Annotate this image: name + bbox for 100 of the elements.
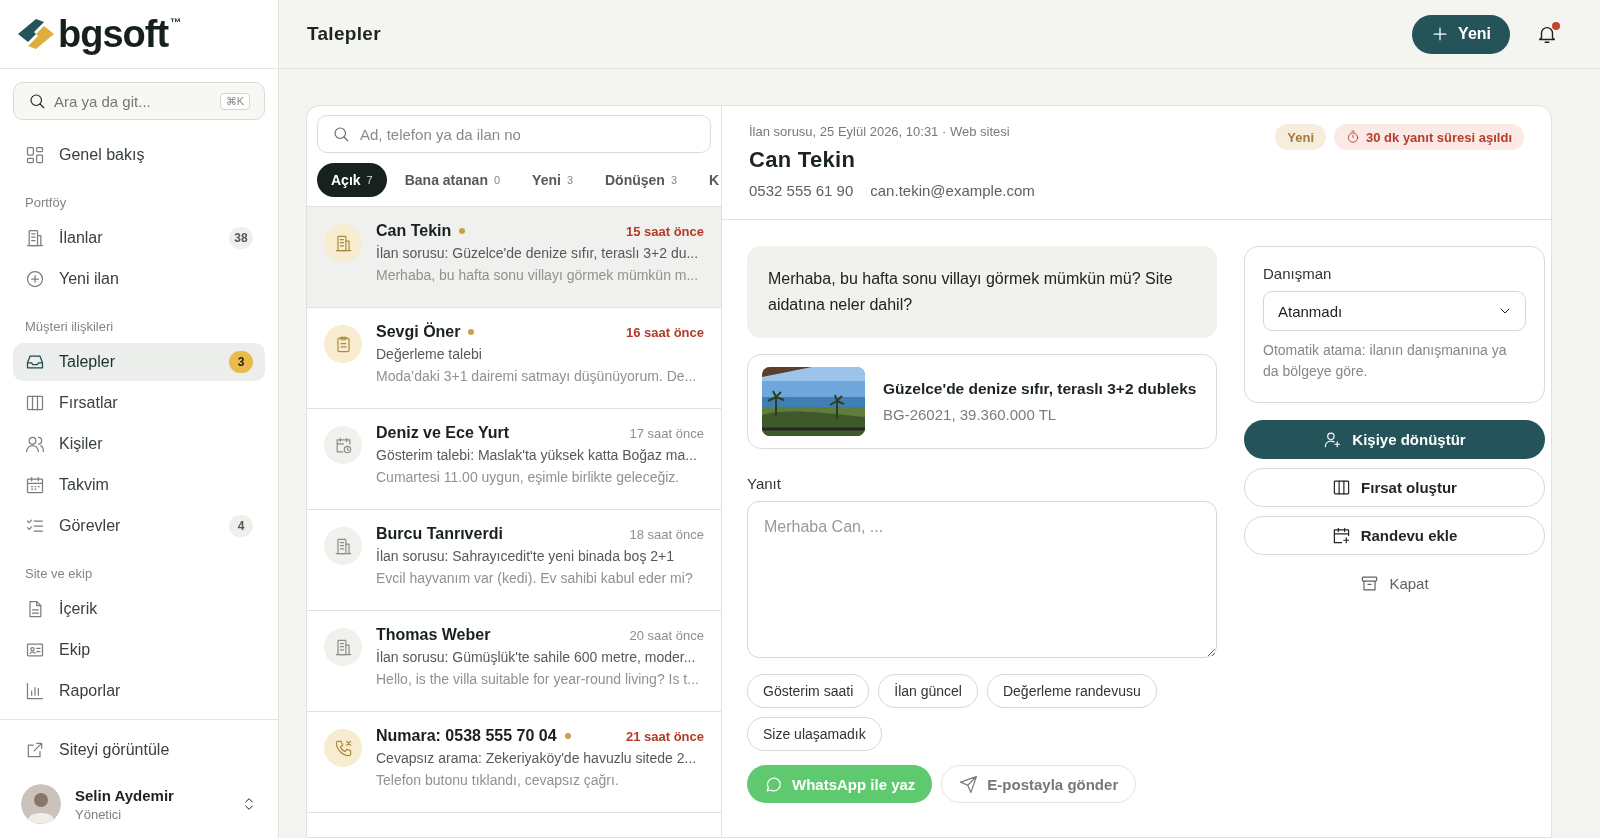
timer-icon bbox=[1346, 130, 1361, 144]
nav-label: İlanlar bbox=[59, 229, 104, 247]
action-button[interactable]: Fırsat oluştur bbox=[1244, 468, 1545, 507]
time-label: 21 saat önce bbox=[625, 728, 704, 744]
advisor-hint: Otomatik atama: ilanın danışmanına ya da bölgeye göre. bbox=[1263, 341, 1508, 381]
filter-tab[interactable]: Bana atanan 0 bbox=[390, 163, 515, 197]
columns-icon bbox=[1332, 478, 1352, 497]
message-text: Merhaba, bu hafta sonu villayı görmek mümkün mü? Site aidatına neler dahil? bbox=[747, 246, 1217, 338]
quick-reply-chip[interactable]: İlan güncel bbox=[878, 674, 978, 708]
count-badge: 38 bbox=[229, 227, 253, 249]
building-icon bbox=[333, 233, 353, 253]
inquiry-item[interactable]: Deniz ve Ece Yurt 17 saat önce Gösterim talebi: Maslak'ta yüksek katta Boğaz ma... Cumartesi 11.00 uygun, eşimle birlikte geleceğiz. bbox=[307, 409, 721, 510]
nav-item[interactable]: Kişiler bbox=[13, 425, 265, 463]
inquiry-item[interactable]: Can Tekin 15 saat önce İlan sorusu: Güzelce'de denize sıfır, teraslı 3+2 du... Merhaba, bu hafta sonu villayı görmek mümkün m... bbox=[307, 207, 721, 308]
time-label: 18 saat önce bbox=[629, 526, 704, 542]
inquiry-subject: Gösterim talebi: Maslak'ta yüksek katta Boğaz ma... bbox=[376, 447, 698, 463]
nav-label: İçerik bbox=[59, 600, 99, 618]
email-button[interactable]: E-postayla gönder bbox=[941, 765, 1137, 803]
nav-item[interactable]: Takvim bbox=[13, 466, 265, 504]
message-preview: Telefon butonu tıklandı, cevapsız çağrı. bbox=[376, 772, 620, 788]
count-badge: 4 bbox=[229, 515, 253, 537]
advisor-label: Danışman bbox=[1263, 265, 1333, 282]
building-icon bbox=[333, 536, 353, 556]
filter-tab[interactable]: Dönüşen 3 bbox=[591, 163, 691, 197]
status-tag: Yeni bbox=[1275, 124, 1327, 150]
external-link-icon bbox=[25, 740, 45, 760]
nav-item[interactable]: Fırsatlar bbox=[13, 384, 265, 422]
message-preview: Moda’daki 3+1 dairemi satmayı düşünüyorum. De... bbox=[376, 368, 698, 384]
inquiry-item[interactable]: Thomas Weber 20 saat önce İlan sorusu: Gümüşlük'te sahile 600 metre, moder... Hello, is the villa suitable for year-round living? Is t... bbox=[307, 611, 721, 712]
filter-tab[interactable]: Açık 7 bbox=[317, 163, 387, 197]
section-title: Portföy bbox=[24, 194, 68, 212]
view-site-link[interactable]: Siteyi görüntüle bbox=[13, 730, 265, 770]
phone-number: 0532 555 61 90 bbox=[749, 182, 854, 199]
nav-item[interactable]: Yeni ilan bbox=[13, 260, 265, 298]
action-button[interactable]: Kişiye dönüştür bbox=[1244, 420, 1545, 459]
reply-field[interactable]: Merhaba Can, ... bbox=[747, 501, 1217, 658]
filter-tab[interactable]: Yeni 3 bbox=[518, 163, 587, 197]
unread-dot bbox=[459, 228, 466, 234]
nav-item[interactable]: Raporlar bbox=[13, 672, 265, 710]
contact-name: Burcu Tanrıverdi bbox=[376, 525, 503, 543]
new-button[interactable]: Yeni bbox=[1412, 14, 1510, 54]
nav-label: Raporlar bbox=[59, 682, 122, 700]
nav-item[interactable]: Görevler 4 bbox=[13, 507, 265, 545]
calendar-plus-icon bbox=[1331, 526, 1351, 545]
nav-item[interactable]: İlanlar 38 bbox=[13, 219, 265, 257]
search-input[interactable]: Ara ya da git... bbox=[54, 86, 212, 116]
nav-label: Kişiler bbox=[59, 435, 104, 453]
notifications-button[interactable] bbox=[1536, 23, 1558, 45]
search-field[interactable]: Ad, telefon ya da ilan no bbox=[317, 115, 711, 153]
nav-label: Ekip bbox=[59, 641, 92, 659]
missed-call-icon bbox=[333, 738, 353, 758]
inquiry-item[interactable]: Sevgi Öner 16 saat önce Değerleme talebi Moda’daki 3+1 dairemi satmayı düşünüyorum. De... bbox=[307, 308, 721, 409]
inquiry-item[interactable]: Numara: 0538 555 70 04 21 saat önce Cevapsız arama: Zekeriyaköy'de havuzlu sitede 2... Telefon butonu tıklandı, cevapsız çağrı. bbox=[307, 712, 721, 813]
user-role: Yönetici bbox=[75, 806, 123, 822]
contact-name: Thomas Weber bbox=[376, 626, 491, 644]
plus-circle-icon bbox=[25, 269, 45, 289]
action-button[interactable]: Randevu ekle bbox=[1244, 516, 1545, 555]
email-address: can.tekin@example.com bbox=[870, 182, 1035, 199]
user-avatar bbox=[21, 784, 61, 824]
building-icon bbox=[333, 637, 353, 657]
inquiry-item[interactable]: Burcu Tanrıverdi 18 saat önce İlan sorusu: Sahrayıcedit'te yeni binada boş 2+1 Evcil hayvanım var (kedi). Ev sahibi kabul eder mi? bbox=[307, 510, 721, 611]
time-label: 16 saat önce bbox=[625, 324, 704, 340]
contact-name: Sevgi Öner bbox=[376, 323, 461, 341]
contact-name: Can Tekin bbox=[376, 222, 452, 240]
nav-item[interactable]: Genel bakış bbox=[13, 136, 265, 174]
action-button[interactable]: Kapat bbox=[1244, 564, 1545, 603]
nav-label: Takvim bbox=[59, 476, 110, 494]
logo-text: bgsoft bbox=[58, 12, 169, 56]
nav-label: Fırsatlar bbox=[59, 394, 119, 412]
contact-name: Numara: 0538 555 70 04 bbox=[376, 727, 557, 745]
calendar-icon bbox=[25, 475, 45, 495]
nav-item[interactable]: Ekip bbox=[13, 631, 265, 669]
grid-icon bbox=[25, 145, 45, 165]
message-preview: Merhaba, bu hafta sonu villayı görmek mümkün m... bbox=[376, 267, 700, 283]
search-icon bbox=[332, 125, 350, 143]
quick-reply-chip[interactable]: Size ulaşamadık bbox=[747, 717, 882, 751]
listing-card[interactable]: Güzelce'de denize sıfır, teraslı 3+2 dubleks BG-26021, 39.360.000 TL bbox=[747, 354, 1217, 449]
inquiry-subject: Cevapsız arama: Zekeriyaköy'de havuzlu sitede 2... bbox=[376, 750, 698, 766]
advisor-select[interactable]: Atanmadı bbox=[1263, 291, 1526, 331]
nav-item[interactable]: İçerik bbox=[13, 590, 265, 628]
listing-info: BG-26021, 39.360.000 TL bbox=[883, 406, 1058, 423]
user-plus-icon bbox=[1323, 430, 1343, 449]
filter-tab[interactable]: K bbox=[695, 163, 721, 197]
search-field[interactable]: Ara ya da git... ⌘K bbox=[13, 82, 265, 120]
section-title: Site ve ekip bbox=[24, 565, 94, 583]
nav-label: Görevler bbox=[59, 517, 122, 535]
message-preview: Evcil hayvanım var (kedi). Ev sahibi kabul eder mi? bbox=[376, 570, 694, 586]
quick-reply-chip[interactable]: Değerleme randevusu bbox=[986, 674, 1157, 708]
quick-reply-chip[interactable]: Gösterim saati bbox=[747, 674, 870, 708]
count-badge: 3 bbox=[229, 351, 253, 373]
section-title: Müşteri ilişkileri bbox=[24, 318, 115, 336]
nav-label: Yeni ilan bbox=[59, 270, 120, 288]
time-label: 17 saat önce bbox=[629, 425, 704, 441]
unread-dot bbox=[468, 329, 475, 335]
nav-item[interactable]: Talepler 3 bbox=[13, 343, 265, 381]
contact-name: Deniz ve Ece Yurt bbox=[376, 424, 510, 442]
search-icon bbox=[28, 92, 46, 110]
user-name: Selin Aydemir bbox=[75, 786, 175, 804]
nav-label: Genel bakış bbox=[59, 146, 146, 164]
nav-label: Talepler bbox=[59, 353, 117, 371]
